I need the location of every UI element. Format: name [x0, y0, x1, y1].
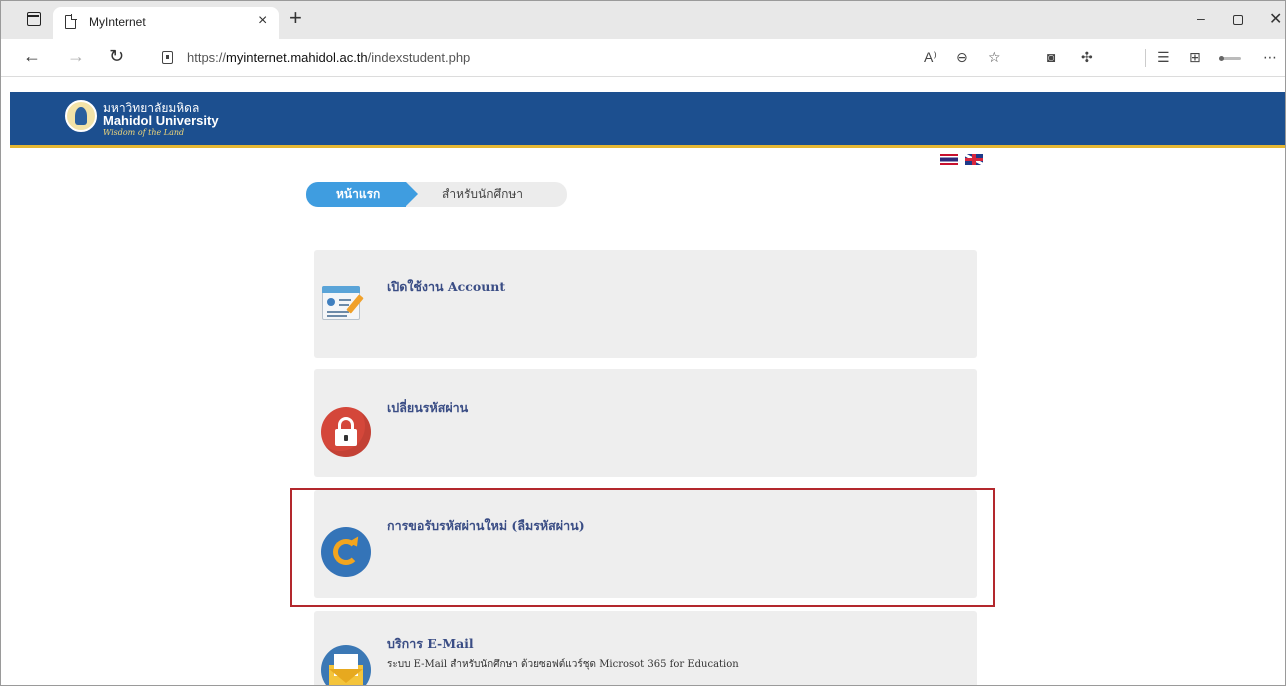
- tab-title: MyInternet: [89, 15, 146, 29]
- page-icon: [65, 14, 77, 29]
- close-window-button[interactable]: ✕: [1269, 9, 1282, 29]
- menu-card-title[interactable]: เปลี่ยนรหัสผ่าน: [387, 398, 468, 418]
- padlock-icon: [321, 407, 371, 457]
- breadcrumb: หน้าแรก สำหรับนักศึกษา: [306, 182, 567, 207]
- tab-strip: MyInternet × + – ✕: [1, 1, 1285, 39]
- account-card-icon: [322, 282, 366, 322]
- browser-tab[interactable]: MyInternet ×: [53, 7, 279, 39]
- url-field[interactable]: https://myinternet.mahidol.ac.th/indexst…: [187, 50, 470, 65]
- site-info-icon[interactable]: [162, 51, 173, 64]
- logo-tagline: Wisdom of the Land: [103, 128, 185, 137]
- breadcrumb-current[interactable]: สำหรับนักศึกษา: [442, 182, 523, 207]
- back-icon[interactable]: ←: [23, 46, 41, 66]
- menu-card-title[interactable]: เปิดใช้งาน Account: [387, 277, 505, 297]
- collections-icon[interactable]: ⊞: [1189, 48, 1201, 66]
- logo-english-name: Mahidol University: [103, 113, 219, 128]
- menu-card-activate-account[interactable]: เปิดใช้งาน Account: [314, 250, 977, 358]
- university-seal-icon: [65, 100, 97, 132]
- forward-icon[interactable]: →: [67, 46, 85, 66]
- extensions-icon[interactable]: ✣: [1081, 48, 1093, 66]
- site-header: มหาวิทยาลัยมหิดล Mahidol University Wisd…: [10, 92, 1285, 148]
- thai-language-flag-icon[interactable]: [940, 154, 958, 165]
- new-tab-button[interactable]: +: [289, 6, 302, 30]
- profile-icon[interactable]: [1219, 56, 1241, 61]
- add-favorite-icon[interactable]: ☆: [988, 48, 1001, 66]
- menu-card-description: ระบบ E-Mail สำหรับนักศึกษา ด้วยซอฟต์แวร์…: [387, 659, 739, 670]
- url-path: /indexstudent.php: [367, 50, 471, 65]
- zoom-out-icon[interactable]: ⊖: [956, 48, 968, 66]
- restore-button[interactable]: [1233, 15, 1243, 25]
- mail-icon: [321, 645, 371, 685]
- tab-actions-icon[interactable]: [27, 12, 41, 26]
- read-aloud-icon[interactable]: A⁾: [924, 48, 937, 66]
- menu-card-change-password[interactable]: เปลี่ยนรหัสผ่าน: [314, 369, 977, 477]
- menu-card-email[interactable]: บริการ E-Mail ระบบ E-Mail สำหรับนักศึกษา…: [314, 611, 977, 685]
- english-language-flag-icon[interactable]: [965, 154, 983, 165]
- more-options-icon[interactable]: ⋯: [1263, 48, 1277, 66]
- address-bar-row: ← → ↻ https://myinternet.mahidol.ac.th/i…: [1, 39, 1285, 77]
- menu-card-title[interactable]: บริการ E-Mail: [387, 634, 474, 654]
- url-host: myinternet.mahidol.ac.th: [226, 50, 368, 65]
- minimize-button[interactable]: –: [1197, 10, 1205, 26]
- tab-close-icon[interactable]: ×: [258, 12, 267, 30]
- breadcrumb-home[interactable]: หน้าแรก: [306, 182, 418, 207]
- toolbar-divider: [1145, 49, 1146, 67]
- favorites-icon[interactable]: ☰: [1157, 48, 1170, 66]
- browser-window: MyInternet × + – ✕ ← → ↻ https://myinter…: [0, 0, 1286, 686]
- reload-icon[interactable]: ↻: [109, 46, 124, 66]
- url-prefix: https://: [187, 50, 227, 65]
- highlight-box: [290, 488, 995, 607]
- screenshot-icon[interactable]: ◙: [1047, 48, 1055, 66]
